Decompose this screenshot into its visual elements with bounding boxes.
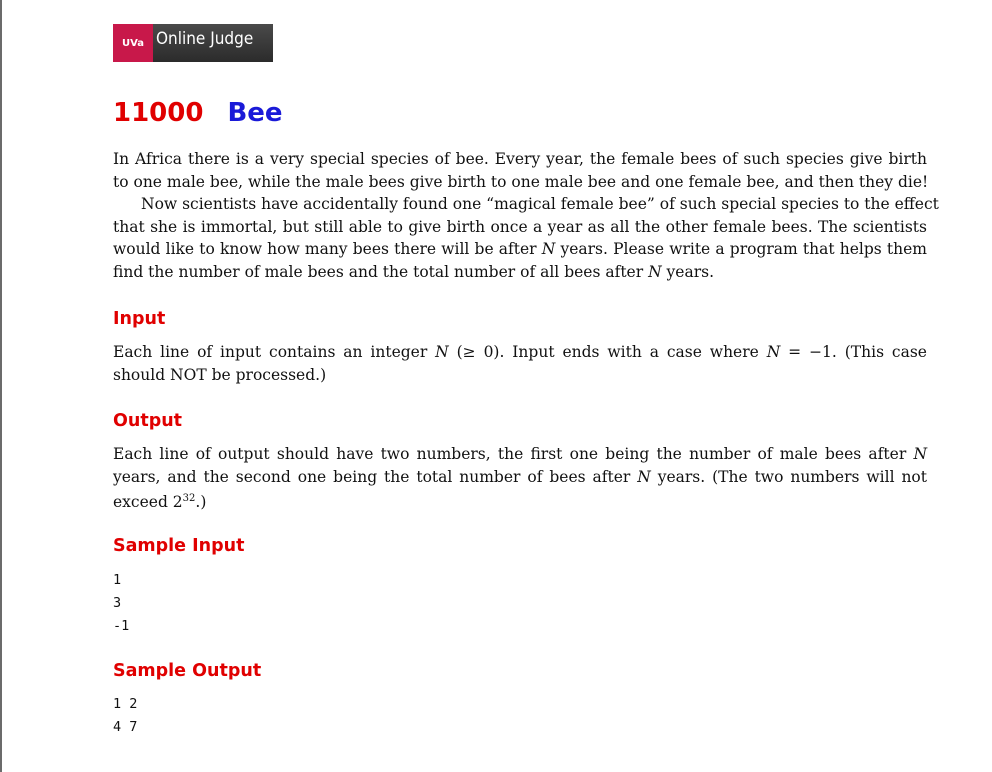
text-run: (≥ 0). Input ends with a case where xyxy=(448,343,767,361)
text-run: years, and the second one being the tota… xyxy=(113,467,638,486)
sample-input-heading: Sample Input xyxy=(113,536,245,556)
statement-line: find the number of male bees and the tot… xyxy=(113,261,927,284)
problem-number: 11000 xyxy=(113,98,204,128)
input-heading: Input xyxy=(113,309,166,329)
sample-output-heading: Sample Output xyxy=(113,661,262,681)
problem-statement: In Africa there is a very special specie… xyxy=(113,148,939,284)
math-variable: N xyxy=(648,262,662,281)
text-run: years. Please write a program that helps… xyxy=(555,240,927,259)
statement-line: that she is immortal, but still able to … xyxy=(113,217,927,236)
page-left-border xyxy=(0,0,2,772)
sample-input-block: 1 3 -1 xyxy=(113,572,130,634)
text-run: Each line of output should have two numb… xyxy=(113,445,914,463)
text-run: .) xyxy=(195,493,207,512)
text-run: would like to know how many bees there w… xyxy=(113,240,542,259)
exponent: 32 xyxy=(182,493,196,505)
output-line: Each line of output should have two numb… xyxy=(113,443,927,466)
statement-line: Now scientists have accidentally found o… xyxy=(141,195,939,214)
logo-text: Online Judge xyxy=(156,29,254,49)
input-line: Each line of input contains an integer N… xyxy=(113,341,927,364)
output-line: years, and the second one being the tota… xyxy=(113,466,927,489)
text-run: Each line of input contains an integer xyxy=(113,343,436,361)
input-line: should NOT be processed.) xyxy=(113,365,327,384)
math-variable: N xyxy=(435,343,449,361)
text-run: years. (The two numbers will not xyxy=(650,467,927,486)
math-variable: N xyxy=(541,240,556,259)
text-run: exceed 2 xyxy=(113,493,183,512)
math-variable: N xyxy=(766,343,781,361)
problem-name: Bee xyxy=(227,98,283,128)
math-variable: N xyxy=(913,445,927,463)
text-run: years. xyxy=(661,262,715,281)
output-line: exceed 232.) xyxy=(113,488,927,514)
math-variable: N xyxy=(637,467,651,486)
page-title: 11000 Bee xyxy=(113,96,283,130)
uva-online-judge-logo: UVa Online Judge xyxy=(113,24,273,62)
statement-line: would like to know how many bees there w… xyxy=(113,238,927,261)
input-description: Each line of input contains an integer N… xyxy=(113,341,927,386)
output-heading: Output xyxy=(113,411,183,431)
output-description: Each line of output should have two numb… xyxy=(113,443,927,514)
statement-line: to one male bee, while the male bees giv… xyxy=(113,172,929,191)
text-run: = −1. (This case xyxy=(780,343,927,361)
text-run: find the number of male bees and the tot… xyxy=(113,262,649,281)
sample-output-block: 1 2 4 7 xyxy=(113,696,138,735)
uva-logo-mark: UVa xyxy=(113,24,153,62)
statement-line: In Africa there is a very special specie… xyxy=(113,150,927,168)
